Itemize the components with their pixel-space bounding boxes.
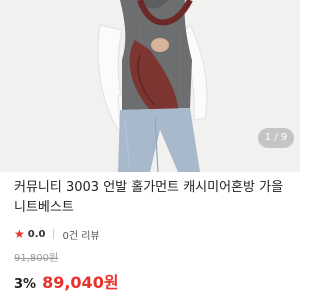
review-count[interactable]: 0건 리뷰 (62, 227, 99, 242)
image-separator: / (274, 132, 281, 143)
product-page: 1 / 9 커뮤니티 3003 언발 홀가먼트 캐시미어혼방 가을 니트베스트 … (0, 0, 300, 300)
product-title-line2: 니트베스트 (14, 200, 74, 215)
rating-value: 0.0 (27, 228, 46, 240)
image-page-indicator: 1 / 9 (258, 128, 294, 148)
original-price: 91,800원 (14, 253, 59, 264)
rating-divider (53, 229, 55, 239)
discount-rate: 3% (14, 277, 37, 292)
product-title-line1: 커뮤니티 3003 언발 홀가먼트 캐시미어혼방 가을 (14, 180, 284, 195)
image-total: 9 (280, 132, 288, 143)
rating-row[interactable]: ★ 0.0 0건 리뷰 (14, 227, 292, 242)
product-image[interactable]: 1 / 9 (0, 0, 300, 172)
image-index: 1 (264, 132, 272, 143)
star-icon: ★ (14, 227, 25, 241)
price-row: 3% 89,040원 (14, 269, 292, 293)
sale-price: 89,040원 (42, 273, 119, 292)
product-info: 커뮤니티 3003 언발 홀가먼트 캐시미어혼방 가을 니트베스트 ★ 0.0 … (14, 172, 292, 293)
product-title: 커뮤니티 3003 언발 홀가먼트 캐시미어혼방 가을 니트베스트 (14, 172, 292, 218)
product-photo-illustration (0, 0, 300, 172)
